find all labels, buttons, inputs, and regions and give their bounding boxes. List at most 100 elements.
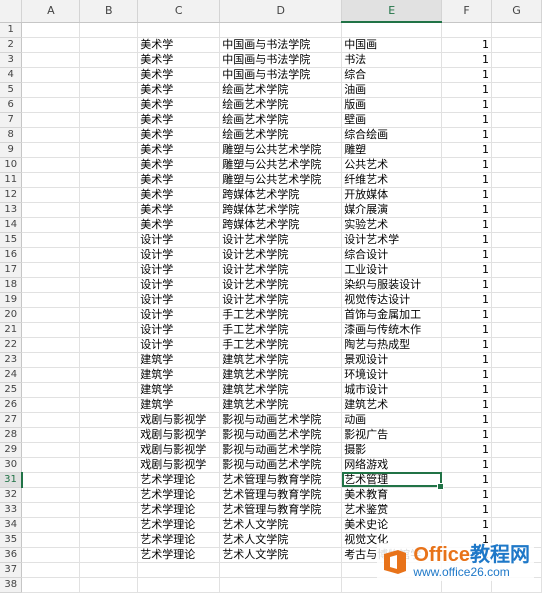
cell-g[interactable] — [491, 97, 542, 113]
cell-b[interactable] — [79, 292, 139, 308]
cell-a[interactable] — [21, 412, 81, 428]
cell-a[interactable] — [21, 187, 81, 203]
row-header[interactable]: 23 — [0, 352, 23, 368]
cell-a[interactable] — [21, 22, 81, 38]
cell-f[interactable]: 1 — [441, 217, 493, 233]
cell-c[interactable]: 美术学 — [137, 67, 221, 83]
cell-c[interactable]: 美术学 — [137, 97, 221, 113]
row-header[interactable]: 27 — [0, 412, 23, 428]
row-header[interactable]: 16 — [0, 247, 23, 263]
cell-g[interactable] — [491, 217, 542, 233]
cell-c[interactable]: 美术学 — [137, 37, 221, 53]
cell-b[interactable] — [79, 307, 139, 323]
cell-b[interactable] — [79, 262, 139, 278]
row-header[interactable]: 2 — [0, 37, 23, 53]
cell-a[interactable] — [21, 532, 81, 548]
column-header-c[interactable]: C — [137, 0, 221, 23]
cell-g[interactable] — [491, 322, 542, 338]
cell-e[interactable]: 网络游戏 — [341, 457, 443, 473]
row-header[interactable]: 18 — [0, 277, 23, 293]
cell-a[interactable] — [21, 277, 81, 293]
cell-d[interactable]: 艺术管理与教育学院 — [219, 502, 343, 518]
cell-e[interactable]: 摄影 — [341, 442, 443, 458]
cell-a[interactable] — [21, 562, 81, 578]
cell-c[interactable]: 戏剧与影视学 — [137, 427, 221, 443]
cell-d[interactable]: 绘画艺术学院 — [219, 97, 343, 113]
cell-a[interactable] — [21, 232, 81, 248]
cell-d[interactable]: 艺术人文学院 — [219, 532, 343, 548]
cell-d[interactable]: 设计艺术学院 — [219, 292, 343, 308]
cell-c[interactable]: 艺术学理论 — [137, 532, 221, 548]
row-header[interactable]: 6 — [0, 97, 23, 113]
cell-f[interactable]: 1 — [441, 412, 493, 428]
cell-g[interactable] — [491, 172, 542, 188]
row-header[interactable]: 22 — [0, 337, 23, 353]
cell-f[interactable]: 1 — [441, 517, 493, 533]
cell-b[interactable] — [79, 217, 139, 233]
cell-e[interactable]: 陶艺与热成型 — [341, 337, 443, 353]
cell-a[interactable] — [21, 442, 81, 458]
cell-b[interactable] — [79, 247, 139, 263]
cell-b[interactable] — [79, 142, 139, 158]
cell-g[interactable] — [491, 307, 542, 323]
cell-f[interactable]: 1 — [441, 277, 493, 293]
cell-g[interactable] — [491, 262, 542, 278]
cell-e[interactable]: 环境设计 — [341, 367, 443, 383]
cell-g[interactable] — [491, 382, 542, 398]
cell-b[interactable] — [79, 532, 139, 548]
cell-b[interactable] — [79, 67, 139, 83]
cell-e[interactable]: 综合 — [341, 67, 443, 83]
cell-f[interactable]: 1 — [441, 37, 493, 53]
cell-b[interactable] — [79, 322, 139, 338]
cell-g[interactable] — [491, 82, 542, 98]
cell-f[interactable]: 1 — [441, 457, 493, 473]
cell-d[interactable]: 影视与动画艺术学院 — [219, 442, 343, 458]
cell-b[interactable] — [79, 562, 139, 578]
cell-d[interactable]: 中国画与书法学院 — [219, 37, 343, 53]
cell-e[interactable]: 视觉传达设计 — [341, 292, 443, 308]
cell-d[interactable]: 绘画艺术学院 — [219, 112, 343, 128]
cell-c[interactable]: 美术学 — [137, 187, 221, 203]
cell-g[interactable] — [491, 112, 542, 128]
cell-d[interactable]: 跨媒体艺术学院 — [219, 187, 343, 203]
row-header[interactable]: 28 — [0, 427, 23, 443]
cell-c[interactable]: 美术学 — [137, 217, 221, 233]
cell-e[interactable]: 染织与服装设计 — [341, 277, 443, 293]
cell-f[interactable]: 1 — [441, 112, 493, 128]
cell-a[interactable] — [21, 112, 81, 128]
cell-e[interactable]: 综合绘画 — [341, 127, 443, 143]
cell-e[interactable]: 影视广告 — [341, 427, 443, 443]
cell-f[interactable]: 1 — [441, 352, 493, 368]
cell-b[interactable] — [79, 97, 139, 113]
cell-f[interactable]: 1 — [441, 427, 493, 443]
cell-g[interactable] — [491, 22, 542, 38]
cell-c[interactable]: 戏剧与影视学 — [137, 442, 221, 458]
cell-e[interactable]: 美术史论 — [341, 517, 443, 533]
cell-e[interactable]: 艺术鉴赏 — [341, 502, 443, 518]
cell-e[interactable]: 建筑艺术 — [341, 397, 443, 413]
row-header[interactable]: 33 — [0, 502, 23, 518]
cell-e[interactable]: 纤维艺术 — [341, 172, 443, 188]
cell-e[interactable]: 艺术管理 — [341, 472, 444, 489]
cell-f[interactable]: 1 — [441, 487, 493, 503]
cell-d[interactable]: 设计艺术学院 — [219, 277, 343, 293]
cell-g[interactable] — [491, 517, 542, 533]
row-header[interactable]: 1 — [0, 22, 23, 38]
cell-f[interactable]: 1 — [441, 172, 493, 188]
cell-a[interactable] — [21, 397, 81, 413]
cell-b[interactable] — [79, 157, 139, 173]
cell-b[interactable] — [79, 517, 139, 533]
cell-f[interactable]: 1 — [441, 382, 493, 398]
cell-f[interactable]: 1 — [441, 262, 493, 278]
cell-c[interactable]: 设计学 — [137, 277, 221, 293]
cell-a[interactable] — [21, 37, 81, 53]
cell-c[interactable]: 美术学 — [137, 82, 221, 98]
cell-b[interactable] — [79, 82, 139, 98]
cell-b[interactable] — [79, 22, 139, 38]
cell-b[interactable] — [79, 112, 139, 128]
cell-f[interactable] — [441, 22, 493, 38]
cell-f[interactable]: 1 — [441, 367, 493, 383]
cell-g[interactable] — [491, 397, 542, 413]
cell-a[interactable] — [21, 142, 81, 158]
cell-f[interactable]: 1 — [441, 142, 493, 158]
